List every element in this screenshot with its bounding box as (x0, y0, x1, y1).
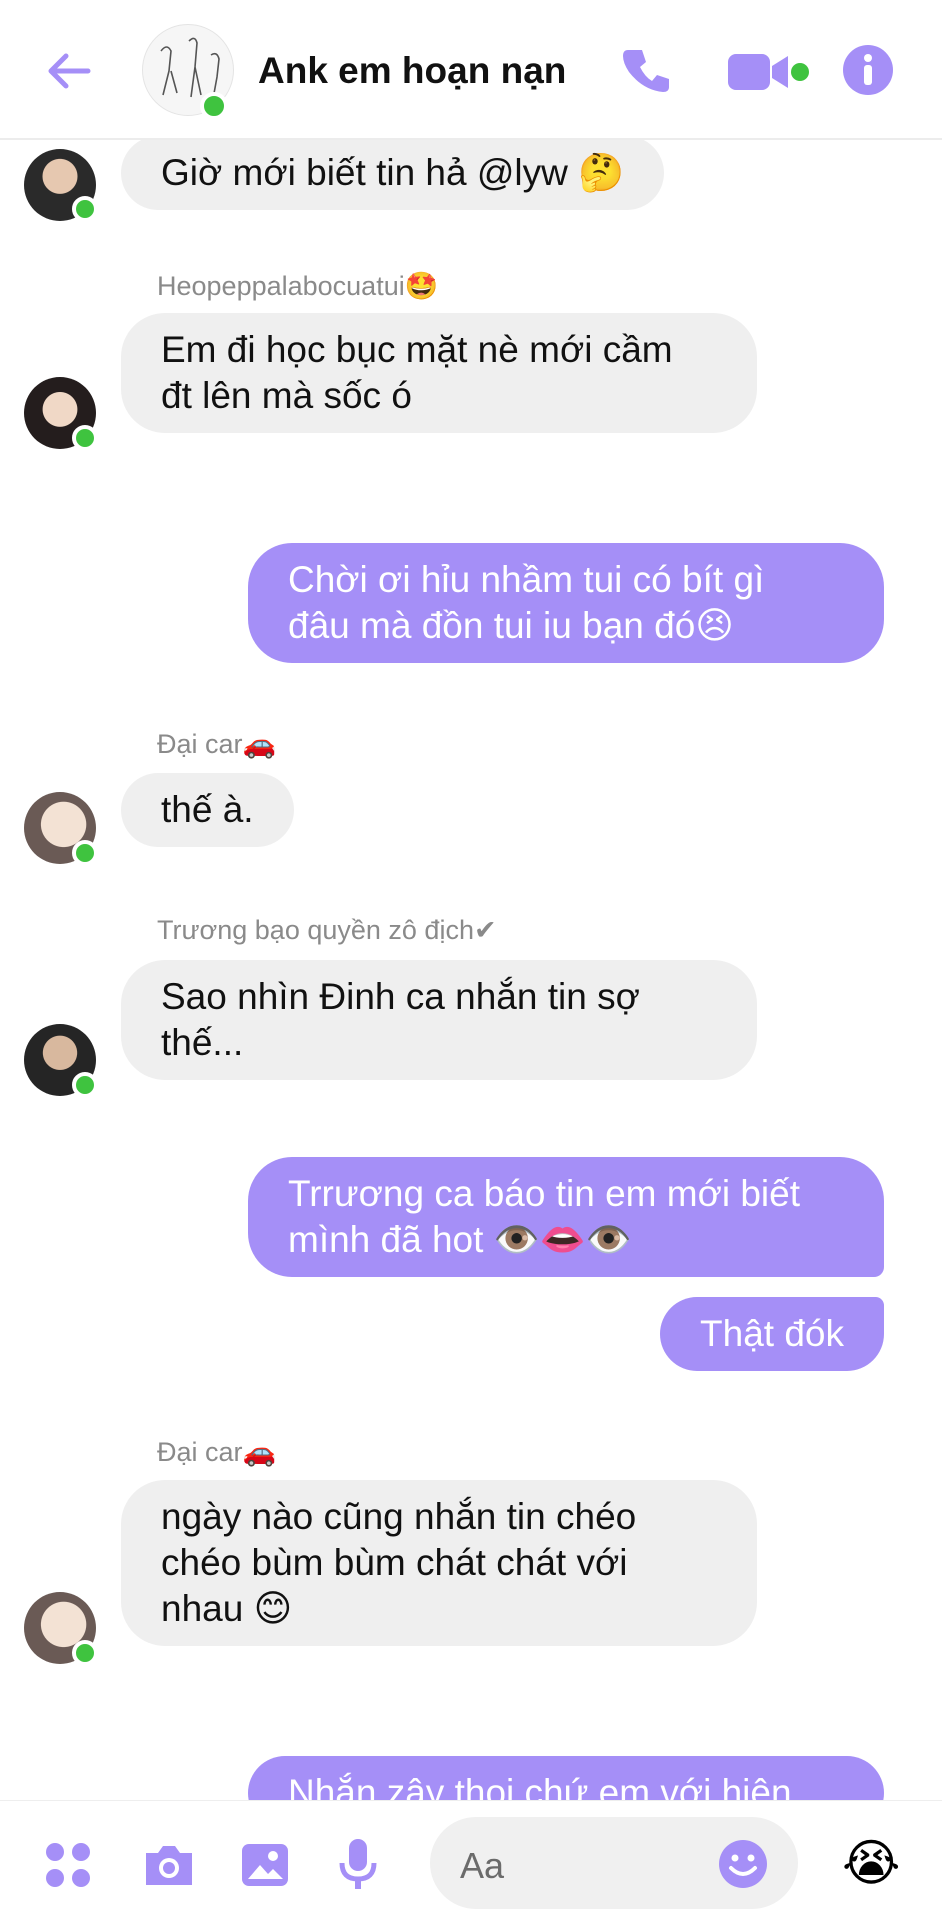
image-icon[interactable] (240, 1841, 290, 1889)
sender-name: Trương bạo quyền zô địch✔ (157, 915, 497, 945)
sender-name: Đại car🚗 (157, 1437, 277, 1467)
info-icon[interactable] (842, 44, 894, 96)
message-line: nhau 😊 (161, 1588, 293, 1629)
message-composer: Aa 😭 (0, 1800, 942, 1920)
message-bubble[interactable]: Sao nhìn Đinh ca nhắn tin sợ thế... (121, 960, 757, 1080)
online-status-dot (200, 92, 228, 120)
message-bubble[interactable]: Nhắn zậy thoi chứ em với hiện (248, 1756, 884, 1800)
four-dots-icon[interactable] (44, 1841, 92, 1889)
message-bubble[interactable]: ngày nào cũng nhắn tin chéo chéo bùm bùm… (121, 1480, 757, 1646)
sender-name: Heopeppalabocuatui🤩 (157, 271, 439, 301)
message-bubble[interactable]: Thật đók (660, 1297, 884, 1371)
message-line: thế... (161, 1022, 244, 1063)
online-status-dot (72, 1072, 98, 1098)
chat-title: Ank em hoạn nạn (258, 50, 567, 91)
message-bubble[interactable]: Giờ mới biết tin hả @lyw 🤔 (121, 140, 665, 210)
message-line: Em đi học bục mặt nè mới cầm (161, 329, 673, 370)
message-line: mình đã hot 👁️👄👁️ (288, 1219, 632, 1260)
online-status-dot (72, 196, 98, 222)
phone-icon[interactable] (620, 44, 674, 98)
message-line: Chời ơi hỉu nhầm tui có bít gì (288, 559, 765, 600)
message-bubble[interactable]: Trrương ca báo tin em mới biết mình đã h… (248, 1157, 884, 1277)
smiley-icon[interactable] (718, 1839, 768, 1889)
arrow-left-icon[interactable] (44, 46, 94, 96)
message-line: đâu mà đồn tui iu bạn đó😣 (288, 605, 734, 646)
video-camera-icon[interactable] (728, 50, 812, 94)
online-status-dot (72, 425, 98, 451)
message-line: ngày nào cũng nhắn tin chéo (161, 1496, 637, 1537)
message-line: Sao nhìn Đinh ca nhắn tin sợ (161, 976, 640, 1017)
message-line: Trrương ca báo tin em mới biết (288, 1173, 800, 1214)
online-status-dot (72, 840, 98, 866)
camera-icon[interactable] (142, 1841, 196, 1889)
message-input-placeholder: Aa (460, 1845, 505, 1886)
quick-reaction-button[interactable]: 😭 (842, 1835, 900, 1891)
online-status-dot (72, 1640, 98, 1666)
message-list[interactable]: Giờ mới biết tin hả @lyw 🤔 Heopeppalaboc… (0, 140, 942, 1800)
message-bubble[interactable]: Chời ơi hỉu nhầm tui có bít gì đâu mà đồ… (248, 543, 884, 663)
message-line: chéo bùm bùm chát chát với (161, 1542, 628, 1583)
message-bubble[interactable]: Em đi học bục mặt nè mới cầm đt lên mà s… (121, 313, 757, 433)
message-line: đt lên mà sốc ó (161, 375, 412, 416)
microphone-icon[interactable] (338, 1837, 378, 1891)
sender-name: Đại car🚗 (157, 729, 277, 759)
chat-header: Ank em hoạn nạn (0, 0, 942, 140)
message-bubble[interactable]: thế à. (121, 773, 294, 847)
